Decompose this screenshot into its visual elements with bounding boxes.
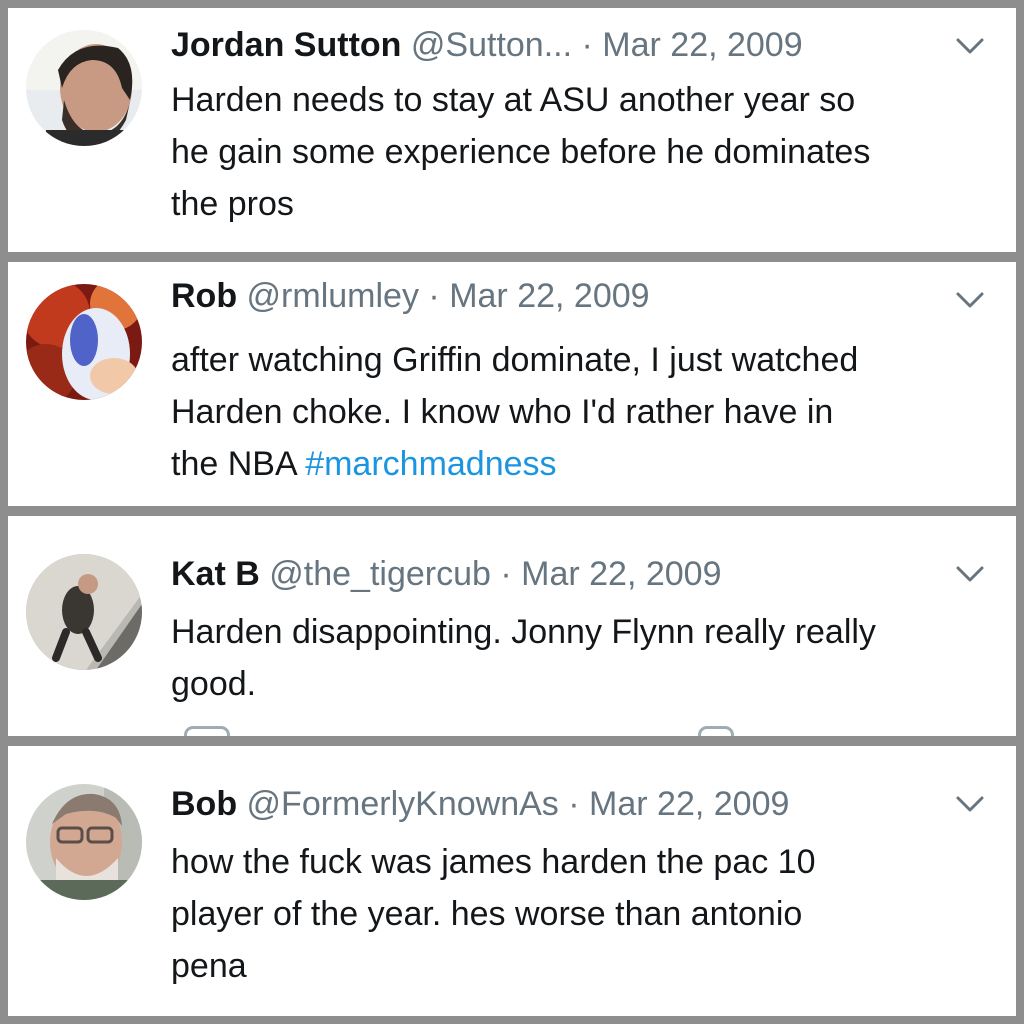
tweet-date[interactable]: Mar 22, 2009 <box>602 26 802 64</box>
display-name[interactable]: Rob <box>171 277 237 315</box>
tweet-date[interactable]: Mar 22, 2009 <box>589 785 789 823</box>
tweet-header: Rob @rmlumley · Mar 22, 2009 <box>171 276 946 316</box>
like-icon[interactable] <box>698 726 734 736</box>
tweet-header: Bob @FormerlyKnownAs · Mar 22, 2009 <box>171 784 946 824</box>
display-name[interactable]: Bob <box>171 785 237 823</box>
tweet-text-body: Harden disappointing. Jonny Flynn really… <box>171 613 876 703</box>
tweet-card[interactable]: Kat B @the_tigercub · Mar 22, 2009 Harde… <box>8 516 1016 736</box>
chevron-down-icon[interactable] <box>952 282 988 318</box>
chevron-down-icon[interactable] <box>952 786 988 822</box>
tweet-text: Harden needs to stay at ASU another year… <box>171 74 998 230</box>
display-name[interactable]: Kat B <box>171 555 260 593</box>
tweet-header: Jordan Sutton @Sutton... · Mar 22, 2009 <box>171 25 946 65</box>
tweet-card[interactable]: Rob @rmlumley · Mar 22, 2009 after watch… <box>8 262 1016 506</box>
user-handle[interactable]: @rmlumley <box>247 277 419 315</box>
tweet-text: how the fuck was james harden the pac 10… <box>171 836 998 992</box>
chevron-down-icon[interactable] <box>952 28 988 64</box>
tweet-date[interactable]: Mar 22, 2009 <box>521 555 721 593</box>
tweet-header: Kat B @the_tigercub · Mar 22, 2009 <box>171 554 946 594</box>
avatar[interactable] <box>26 784 142 900</box>
tweet-text-body: how the fuck was james harden the pac 10… <box>171 843 816 985</box>
avatar[interactable] <box>26 284 142 400</box>
tweet-date[interactable]: Mar 22, 2009 <box>449 277 649 315</box>
tweet-text: after watching Griffin dominate, I just … <box>171 334 998 490</box>
tweet-text: Harden disappointing. Jonny Flynn really… <box>171 606 998 710</box>
separator: · <box>568 785 580 823</box>
tweet-card[interactable]: Jordan Sutton @Sutton... · Mar 22, 2009 … <box>8 8 1016 252</box>
separator: · <box>500 555 512 593</box>
user-handle[interactable]: @Sutton... <box>411 26 572 64</box>
display-name[interactable]: Jordan Sutton <box>171 26 401 64</box>
hashtag-link[interactable]: #marchmadness <box>305 445 556 483</box>
user-handle[interactable]: @FormerlyKnownAs <box>247 785 559 823</box>
separator: · <box>581 26 593 64</box>
chevron-down-icon[interactable] <box>952 556 988 592</box>
tweet-collage: Jordan Sutton @Sutton... · Mar 22, 2009 … <box>0 0 1024 1024</box>
avatar[interactable] <box>26 30 142 146</box>
tweet-card[interactable]: Bob @FormerlyKnownAs · Mar 22, 2009 how … <box>8 746 1016 1016</box>
reply-icon[interactable] <box>184 726 230 736</box>
user-handle[interactable]: @the_tigercub <box>269 555 491 593</box>
separator: · <box>428 277 440 315</box>
avatar[interactable] <box>26 554 142 670</box>
tweet-text-body: Harden needs to stay at ASU another year… <box>171 81 871 223</box>
